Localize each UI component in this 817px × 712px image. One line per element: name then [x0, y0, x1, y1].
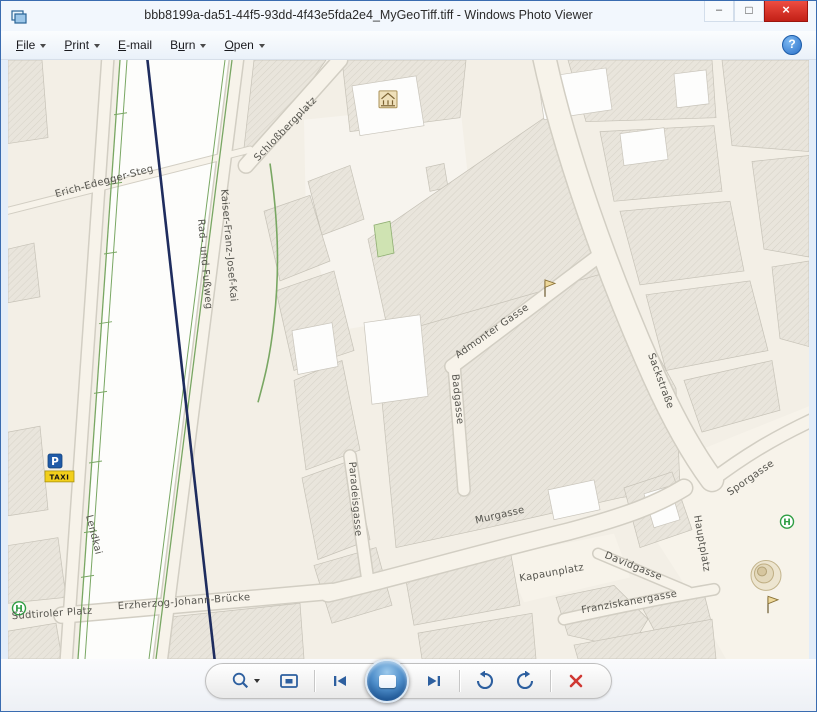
- toolbar: [1, 659, 816, 711]
- toolbar-separator: [550, 670, 551, 692]
- rotate-counterclockwise-icon: [475, 671, 495, 691]
- svg-text:H: H: [783, 518, 791, 528]
- toolbar-separator: [314, 670, 315, 692]
- menu-email[interactable]: E-mail: [109, 34, 161, 56]
- toolbar-pill: [205, 663, 612, 699]
- menu-file-label: File: [16, 38, 35, 52]
- play-slideshow-button[interactable]: [365, 659, 409, 703]
- fit-to-window-button[interactable]: [274, 667, 304, 695]
- rotate-counterclockwise-button[interactable]: [470, 667, 500, 695]
- toolbar-separator: [459, 670, 460, 692]
- photo-area: P TAXI H H Erich-Edegger-Steg Kaiser-Fra…: [1, 60, 816, 659]
- previous-button[interactable]: [325, 667, 355, 695]
- titlebar: bbb8199a-da51-44f5-93dd-4f43e5fda2e4_MyG…: [1, 1, 816, 31]
- chevron-down-icon: [40, 44, 46, 48]
- help-icon[interactable]: ?: [782, 35, 802, 55]
- app-icon: [11, 8, 27, 24]
- chevron-down-icon: [200, 44, 206, 48]
- tram-stop-icon: H: [781, 515, 794, 528]
- menu-open-label: Open: [224, 38, 253, 52]
- chevron-down-icon: [94, 44, 100, 48]
- rotate-clockwise-button[interactable]: [510, 667, 540, 695]
- minimize-button[interactable]: –: [704, 1, 734, 22]
- svg-text:P: P: [51, 456, 59, 468]
- parking-icon: P: [48, 454, 62, 468]
- park-patch: [374, 221, 394, 257]
- zoom-icon: [231, 671, 251, 691]
- menu-open[interactable]: Open: [215, 34, 273, 56]
- slideshow-icon: [379, 675, 396, 688]
- museum-icon: [379, 91, 397, 108]
- chevron-down-icon: [259, 44, 265, 48]
- previous-icon: [331, 673, 349, 689]
- menu-burn[interactable]: Burn: [161, 34, 215, 56]
- window-title: bbb8199a-da51-44f5-93dd-4f43e5fda2e4_MyG…: [33, 1, 704, 22]
- map-image: P TAXI H H Erich-Edegger-Steg Kaiser-Fra…: [8, 60, 809, 659]
- fit-to-window-icon: [279, 672, 299, 690]
- zoom-button[interactable]: [226, 667, 264, 695]
- menu-print[interactable]: Print: [55, 34, 109, 56]
- menu-email-label: E-mail: [118, 38, 152, 52]
- menu-file[interactable]: File: [7, 34, 55, 56]
- taxi-icon: TAXI: [45, 471, 74, 482]
- delete-icon: [568, 673, 584, 689]
- dropdown-arrow-icon: [254, 679, 260, 683]
- menu-burn-label: Burn: [170, 38, 195, 52]
- close-button[interactable]: ×: [764, 1, 808, 22]
- svg-text:TAXI: TAXI: [49, 473, 69, 481]
- next-icon: [425, 673, 443, 689]
- menubar: File Print E-mail Burn Open ?: [1, 31, 816, 60]
- maximize-button[interactable]: □: [734, 1, 764, 22]
- menu-print-label: Print: [64, 38, 89, 52]
- photo-viewer-window: bbb8199a-da51-44f5-93dd-4f43e5fda2e4_MyG…: [0, 0, 817, 712]
- caption-buttons: – □ ×: [704, 1, 808, 22]
- rotate-clockwise-icon: [515, 671, 535, 691]
- delete-button[interactable]: [561, 667, 591, 695]
- spiral-fountain-icon: [751, 560, 781, 590]
- next-button[interactable]: [419, 667, 449, 695]
